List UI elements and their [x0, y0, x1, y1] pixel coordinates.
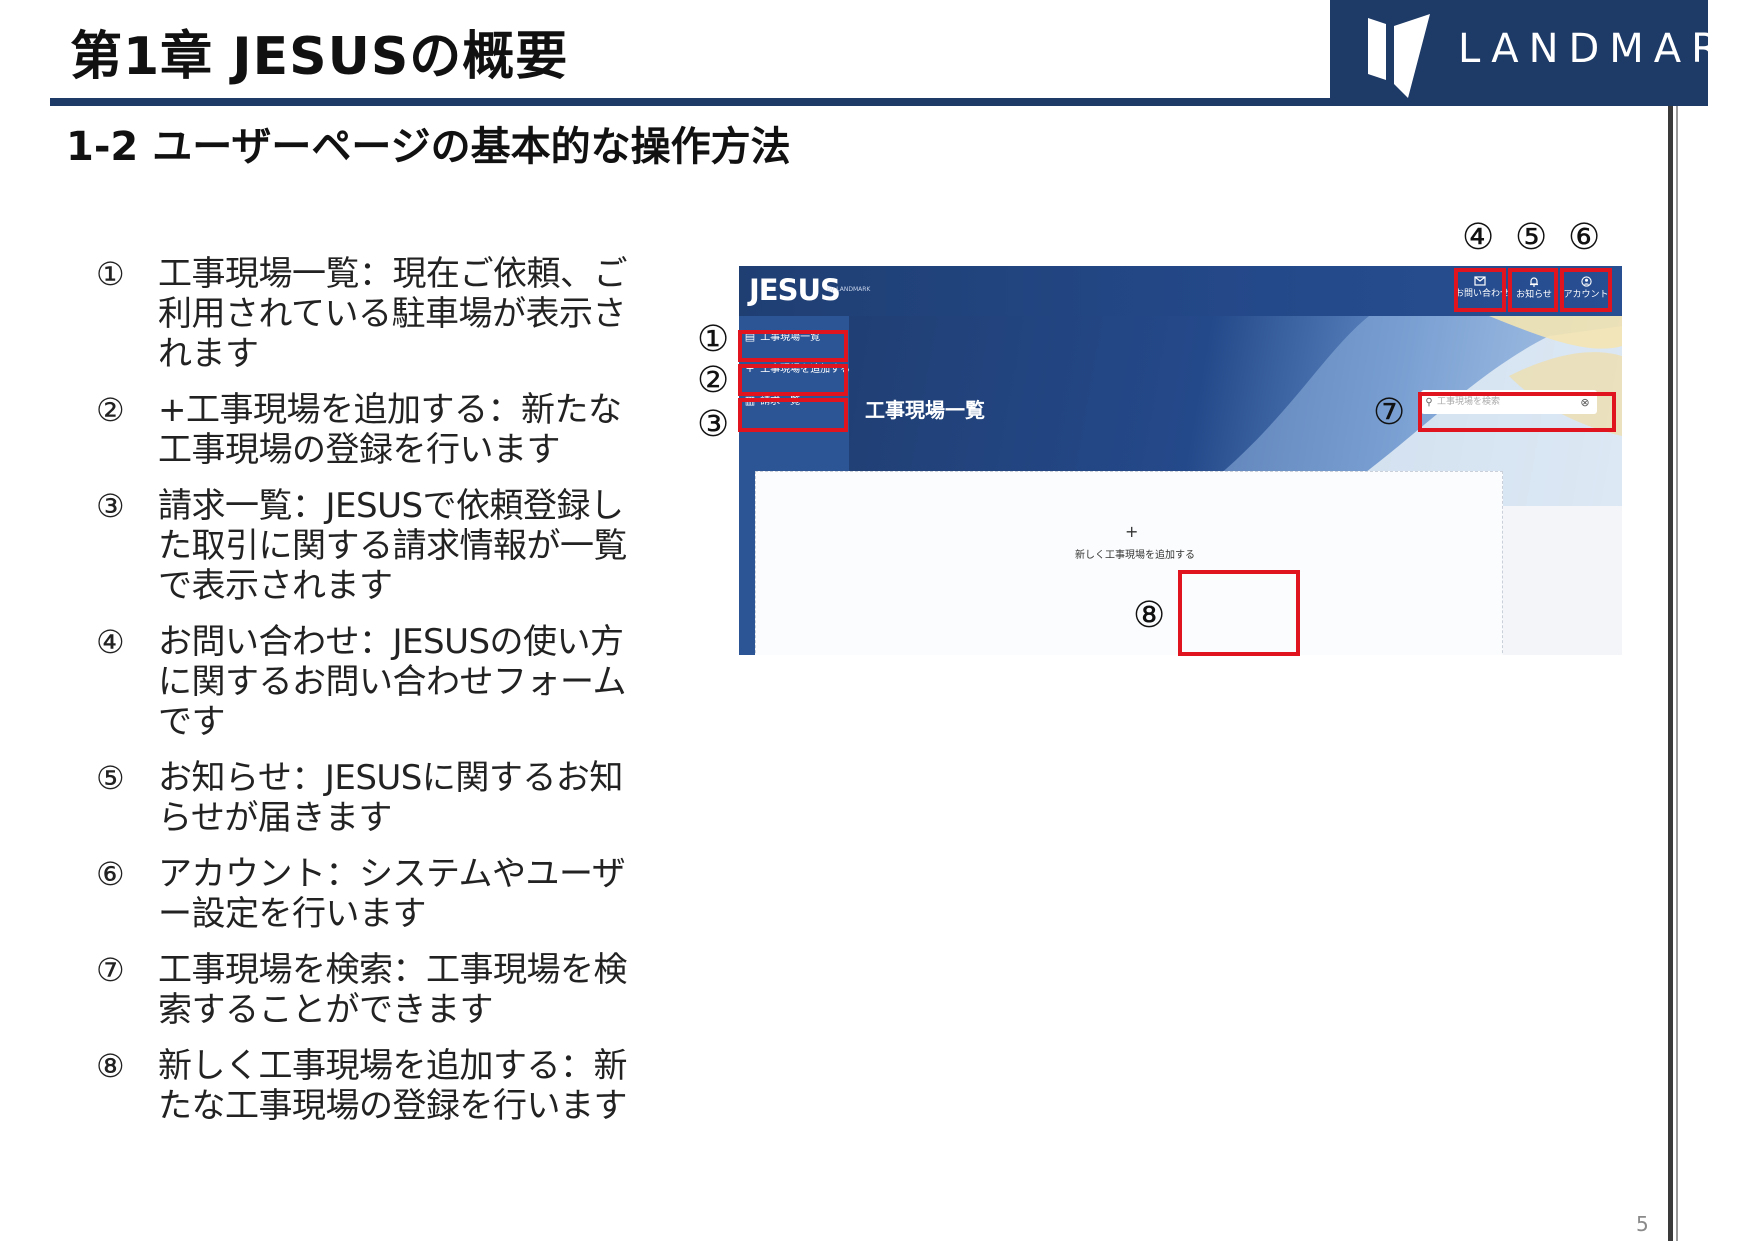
callout-box-5 — [1508, 268, 1558, 312]
page-title: 工事現場一覧 — [865, 398, 985, 422]
description-text: お知らせ：JESUSに関するお知らせが届きます — [158, 758, 623, 838]
description-number: ⑧ — [96, 1047, 125, 1085]
description-list: ① 工事現場一覧：現在ご依頼、ご利用されている駐車場が表示されます ② +工事現… — [96, 254, 656, 1142]
callout-box-2 — [738, 364, 848, 396]
description-item: ⑤ お知らせ：JESUSに関するお知らせが届きます — [96, 758, 656, 838]
description-number: ⑥ — [96, 855, 125, 893]
description-text: 工事現場を検索：工事現場を検索することができます — [158, 950, 628, 1030]
description-number: ⑦ — [96, 951, 125, 989]
description-item: ⑥ アカウント：システムやユーザー設定を行います — [96, 854, 656, 934]
callout-box-4 — [1454, 268, 1506, 312]
callout-box-3 — [738, 398, 848, 432]
callout-box-1 — [738, 330, 848, 362]
callout-box-7 — [1418, 392, 1616, 432]
description-number: ④ — [96, 623, 125, 661]
callout-box-6 — [1560, 268, 1612, 312]
logo-text: LANDMARK — [1458, 26, 1755, 72]
landmark-logo-mark-icon — [1368, 14, 1430, 98]
landmark-logo: LANDMARK — [1330, 0, 1755, 106]
description-item: ② +工事現場を追加する：新たな工事現場の登録を行います — [96, 390, 656, 470]
marker-4: ④ — [1462, 217, 1495, 258]
description-text: 工事現場一覧：現在ご依頼、ご利用されている駐車場が表示されます — [158, 254, 628, 374]
right-border-rule — [1668, 106, 1673, 1241]
description-text: お問い合わせ：JESUSの使い方に関するお問い合わせフォームです — [158, 622, 626, 742]
add-site-label: 新しく工事現場を追加する — [1075, 550, 1195, 561]
description-item: ③ 請求一覧：JESUSで依頼登録した取引に関する請求情報が一覧で表示されます — [96, 486, 656, 606]
description-number: ⑤ — [96, 759, 125, 797]
description-text: 請求一覧：JESUSで依頼登録した取引に関する請求情報が一覧で表示されます — [158, 486, 628, 606]
marker-1: ① — [697, 319, 730, 360]
page-number: 5 — [1636, 1212, 1649, 1236]
section-title: 1-2 ユーザーページの基本的な操作方法 — [66, 124, 791, 170]
add-site-card[interactable] — [755, 471, 1503, 655]
header-rule — [50, 98, 1330, 106]
description-item: ⑧ 新しく工事現場を追加する：新たな工事現場の登録を行います — [96, 1046, 656, 1126]
right-border-rule-thin — [1676, 106, 1678, 1241]
add-plus-icon: + — [1125, 522, 1139, 541]
description-text: アカウント：システムやユーザー設定を行います — [158, 854, 626, 934]
callout-box-8 — [1178, 570, 1300, 656]
description-text: +工事現場を追加する：新たな工事現場の登録を行います — [158, 390, 622, 470]
marker-8: ⑧ — [1133, 595, 1166, 636]
description-number: ③ — [96, 487, 125, 525]
description-item: ① 工事現場一覧：現在ご依頼、ご利用されている駐車場が表示されます — [96, 254, 656, 374]
description-number: ② — [96, 391, 125, 429]
chapter-title: 第1章 JESUSの概要 — [70, 27, 569, 87]
description-item: ④ お問い合わせ：JESUSの使い方に関するお問い合わせフォームです — [96, 622, 656, 742]
app-logo-sub: by LANDMARK — [827, 286, 871, 293]
description-number: ① — [96, 255, 125, 293]
marker-5: ⑤ — [1515, 217, 1548, 258]
marker-6: ⑥ — [1568, 217, 1601, 258]
description-item: ⑦ 工事現場を検索：工事現場を検索することができます — [96, 950, 656, 1030]
description-text: 新しく工事現場を追加する：新たな工事現場の登録を行います — [158, 1046, 628, 1126]
marker-3: ③ — [697, 404, 730, 445]
marker-7: ⑦ — [1373, 392, 1406, 433]
marker-2: ② — [697, 360, 730, 401]
